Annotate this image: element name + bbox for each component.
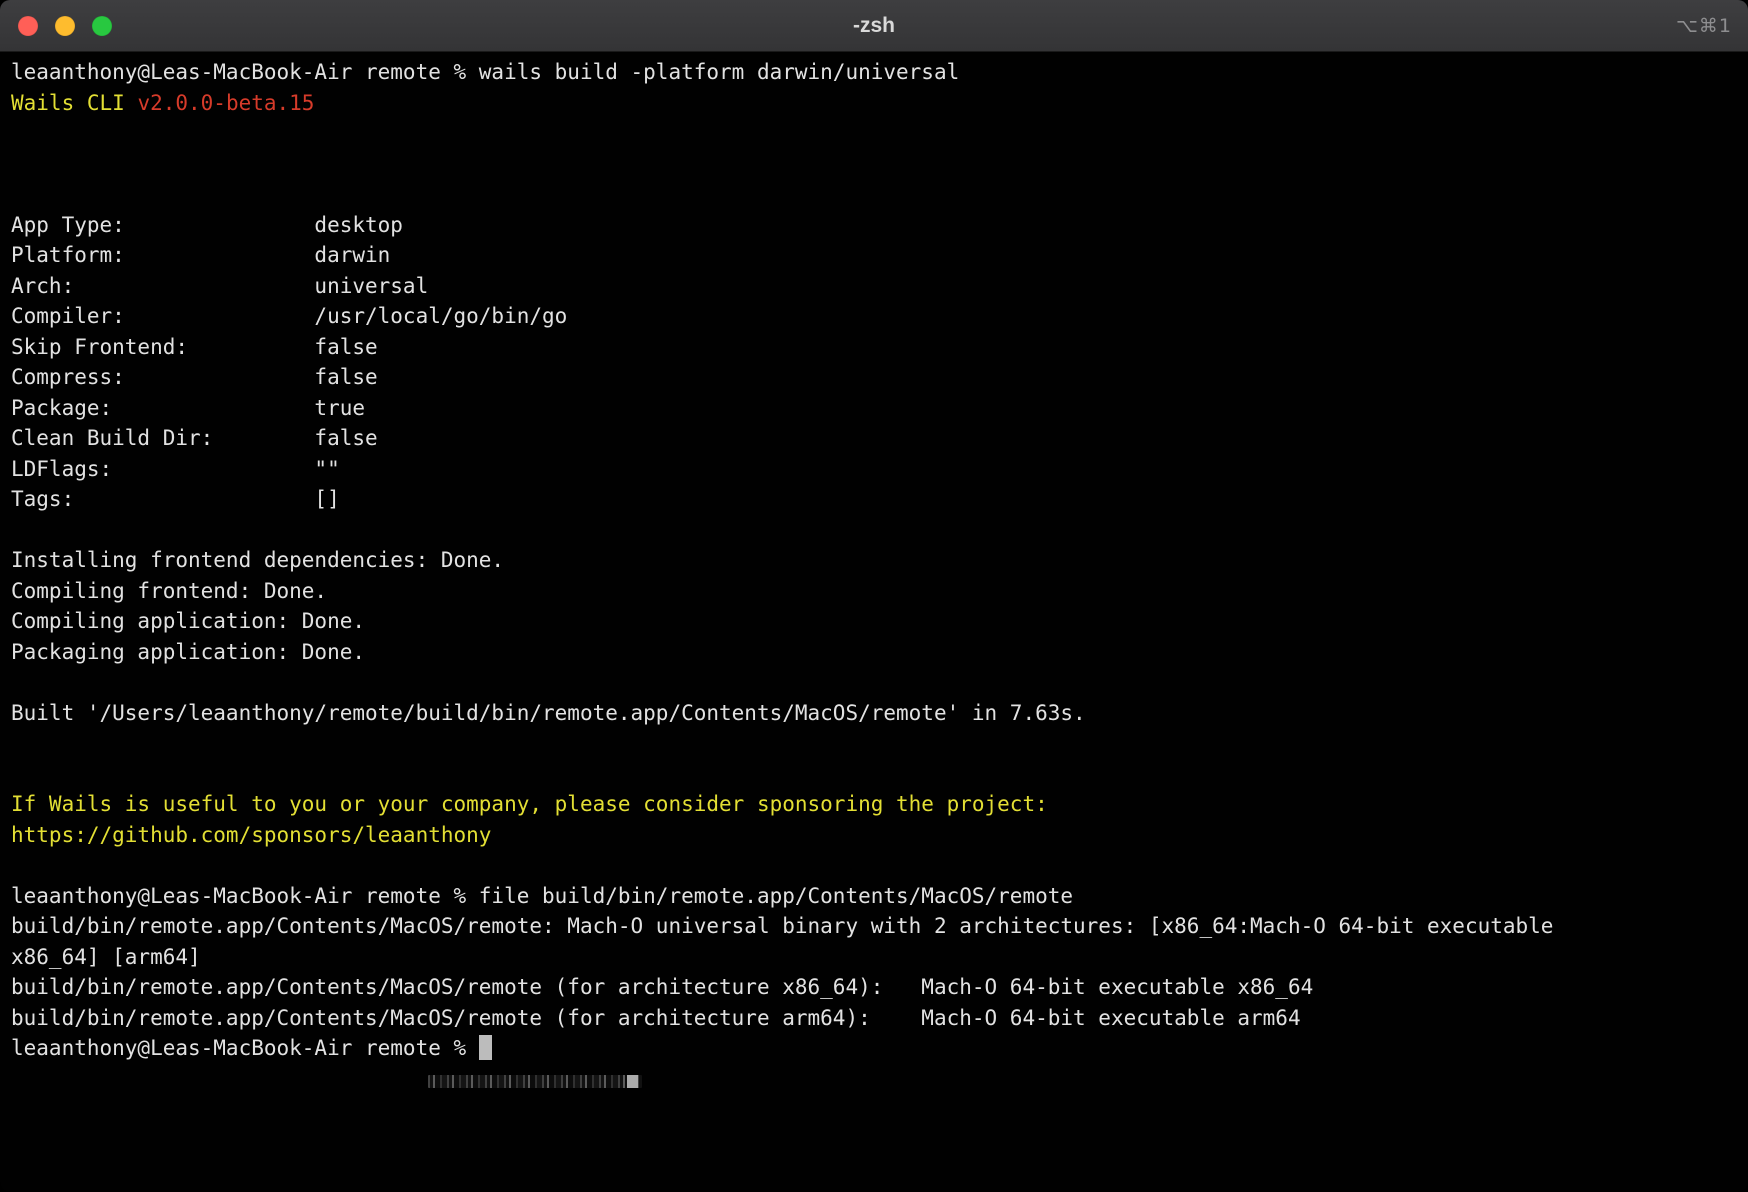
terminal-text-segment: Packaging application: Done. xyxy=(11,640,365,664)
terminal-text-segment: Built '/Users/leaanthony/remote/build/bi… xyxy=(11,701,1086,725)
terminal-line: Packaging application: Done. xyxy=(11,637,1737,668)
terminal-line: build/bin/remote.app/Contents/MacOS/remo… xyxy=(11,911,1737,942)
terminal-line: leaanthony@Leas-MacBook-Air remote % xyxy=(11,1033,1737,1064)
terminal-line xyxy=(11,728,1737,759)
terminal-line xyxy=(11,850,1737,881)
minimize-button[interactable] xyxy=(55,16,75,36)
terminal-text-segment: Compiler: /usr/local/go/bin/go xyxy=(11,304,567,328)
terminal-text-segment: Platform: darwin xyxy=(11,243,390,267)
terminal-cursor xyxy=(479,1035,492,1060)
artifact-highlight xyxy=(627,1075,638,1088)
terminal-line: build/bin/remote.app/Contents/MacOS/remo… xyxy=(11,972,1737,1003)
terminal-text-segment: Arch: universal xyxy=(11,274,428,298)
terminal-line xyxy=(11,118,1737,149)
terminal-text-segment: LDFlags: "" xyxy=(11,457,340,481)
background-window-artifact xyxy=(428,1075,642,1088)
terminal-line: Compiling frontend: Done. xyxy=(11,576,1737,607)
terminal-line: https://github.com/sponsors/leaanthony xyxy=(11,820,1737,851)
terminal-screen[interactable]: leaanthony@Leas-MacBook-Air remote % wai… xyxy=(0,52,1748,1192)
terminal-line xyxy=(11,515,1737,546)
terminal-text-segment: Tags: [] xyxy=(11,487,340,511)
terminal-text-segment: leaanthony@Leas-MacBook-Air remote % wai… xyxy=(11,60,959,84)
terminal-text-segment: https://github.com/sponsors/leaanthony xyxy=(11,823,491,847)
terminal-line: Platform: darwin xyxy=(11,240,1737,271)
terminal-line: Tags: [] xyxy=(11,484,1737,515)
terminal-line: leaanthony@Leas-MacBook-Air remote % wai… xyxy=(11,57,1737,88)
terminal-line: Skip Frontend: false xyxy=(11,332,1737,363)
terminal-text-segment: Wails CLI xyxy=(11,91,137,115)
terminal-line: Arch: universal xyxy=(11,271,1737,302)
close-button[interactable] xyxy=(18,16,38,36)
terminal-text-segment: leaanthony@Leas-MacBook-Air remote % fil… xyxy=(11,884,1073,908)
terminal-text-segment: If Wails is useful to you or your compan… xyxy=(11,792,1048,816)
terminal-line: Clean Build Dir: false xyxy=(11,423,1737,454)
terminal-line: x86_64] [arm64] xyxy=(11,942,1737,973)
zoom-button[interactable] xyxy=(92,16,112,36)
terminal-text-segment: build/bin/remote.app/Contents/MacOS/remo… xyxy=(11,975,1313,999)
terminal-line: Compiler: /usr/local/go/bin/go xyxy=(11,301,1737,332)
terminal-line: Installing frontend dependencies: Done. xyxy=(11,545,1737,576)
terminal-line xyxy=(11,667,1737,698)
terminal-line: Compiling application: Done. xyxy=(11,606,1737,637)
terminal-line xyxy=(11,759,1737,790)
terminal-text-segment: Compress: false xyxy=(11,365,378,389)
terminal-text-segment: Clean Build Dir: false xyxy=(11,426,378,450)
terminal-line xyxy=(11,149,1737,180)
terminal-line: Compress: false xyxy=(11,362,1737,393)
terminal-line: If Wails is useful to you or your compan… xyxy=(11,789,1737,820)
terminal-text-segment: App Type: desktop xyxy=(11,213,403,237)
terminal-text-segment: build/bin/remote.app/Contents/MacOS/remo… xyxy=(11,914,1553,938)
terminal-line: Package: true xyxy=(11,393,1737,424)
terminal-text-segment: build/bin/remote.app/Contents/MacOS/remo… xyxy=(11,1006,1301,1030)
terminal-line: leaanthony@Leas-MacBook-Air remote % fil… xyxy=(11,881,1737,912)
terminal-line: App Type: desktop xyxy=(11,210,1737,241)
terminal-text-segment: x86_64] [arm64] xyxy=(11,945,201,969)
terminal-text-segment: Compiling frontend: Done. xyxy=(11,579,327,603)
terminal-text-segment: leaanthony@Leas-MacBook-Air remote % xyxy=(11,1036,479,1060)
terminal-line: Built '/Users/leaanthony/remote/build/bi… xyxy=(11,698,1737,729)
terminal-text-segment: Package: true xyxy=(11,396,365,420)
terminal-line: LDFlags: "" xyxy=(11,454,1737,485)
terminal-window: -zsh ⌥⌘1 leaanthony@Leas-MacBook-Air rem… xyxy=(0,0,1748,1192)
window-title: -zsh xyxy=(0,14,1748,38)
terminal-text-segment: v2.0.0-beta.15 xyxy=(137,91,314,115)
terminal-text-segment: Compiling application: Done. xyxy=(11,609,365,633)
terminal-line: Wails CLI v2.0.0-beta.15 xyxy=(11,88,1737,119)
terminal-text-segment: Skip Frontend: false xyxy=(11,335,378,359)
traffic-lights xyxy=(0,16,112,36)
terminal-line: build/bin/remote.app/Contents/MacOS/remo… xyxy=(11,1003,1737,1034)
titlebar[interactable]: -zsh ⌥⌘1 xyxy=(0,0,1748,52)
terminal-line xyxy=(11,179,1737,210)
terminal-text-segment: Installing frontend dependencies: Done. xyxy=(11,548,504,572)
window-shortcut-badge: ⌥⌘1 xyxy=(1676,0,1732,51)
